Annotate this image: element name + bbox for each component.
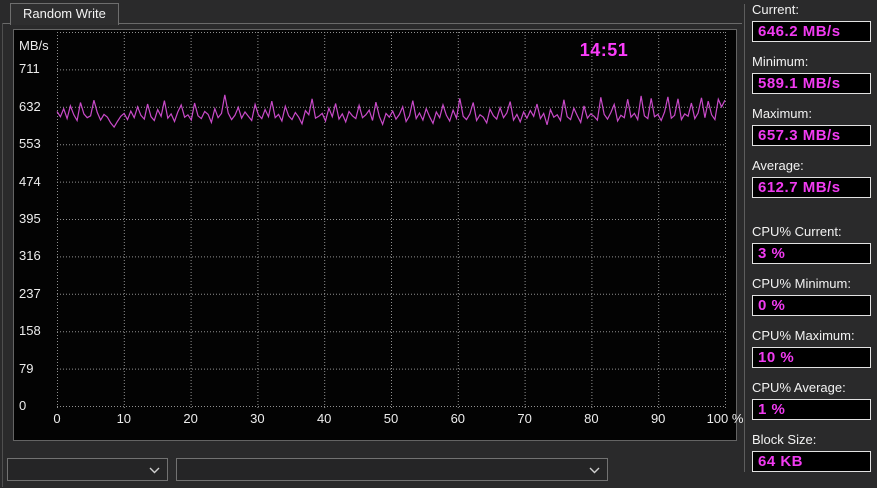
stat-average: Average: 612.7 MB/s <box>752 158 871 198</box>
x-axis-tick-label: 30 <box>250 411 265 426</box>
stat-label: CPU% Maximum: <box>752 328 855 343</box>
y-axis-tick-label: 0 <box>19 398 27 413</box>
benchmark-window: Random Write MB/s 711 632 553 474 395 316 237 1… <box>0 0 877 488</box>
stat-label: CPU% Minimum: <box>752 276 851 291</box>
stat-value-box: 646.2 MB/s <box>752 21 871 42</box>
chevron-down-icon <box>149 467 160 474</box>
tab-page-border-left <box>2 23 3 487</box>
x-axis-tick-label: 80 <box>584 411 599 426</box>
x-axis-tick-label: 0 <box>53 411 61 426</box>
stat-label: Block Size: <box>752 432 817 447</box>
y-axis-unit-label: MB/s <box>19 38 49 53</box>
tab-random-write[interactable]: Random Write <box>10 3 119 25</box>
stat-cpu-maximum: CPU% Maximum: 10 % <box>752 328 871 368</box>
stat-value: 612.7 MB/s <box>758 179 841 196</box>
stat-cpu-minimum: CPU% Minimum: 0 % <box>752 276 871 316</box>
stat-label: CPU% Current: <box>752 224 842 239</box>
tab-page-border-right <box>744 4 745 472</box>
stat-maximum: Maximum: 657.3 MB/s <box>752 106 871 146</box>
stat-cpu-average: CPU% Average: 1 % <box>752 380 871 420</box>
x-axis-tick-label: 10 <box>116 411 132 426</box>
y-axis-tick-label: 632 <box>19 98 41 114</box>
stat-value: 646.2 MB/s <box>758 23 841 40</box>
stat-value: 657.3 MB/s <box>758 127 841 144</box>
stat-value-box: 10 % <box>752 347 871 368</box>
y-axis-tick-label: 553 <box>19 136 41 152</box>
stat-value: 0 % <box>758 297 786 314</box>
x-axis-tick-label: 40 <box>316 411 332 426</box>
stat-label: Maximum: <box>752 106 812 121</box>
stat-cpu-current: CPU% Current: 3 % <box>752 224 871 264</box>
stat-block-size: Block Size: 64 KB <box>752 432 871 472</box>
stat-value: 3 % <box>758 245 786 262</box>
stat-label: Minimum: <box>752 54 809 69</box>
stat-label: Current: <box>752 2 799 17</box>
y-axis-tick-label: 316 <box>19 248 41 264</box>
stat-value-box: 1 % <box>752 399 871 420</box>
stat-label: CPU% Average: <box>752 380 846 395</box>
y-axis-tick-label: 158 <box>19 323 41 339</box>
x-axis-tick-label: 70 <box>517 411 532 426</box>
stat-value: 10 % <box>758 349 795 366</box>
stat-value: 64 KB <box>758 453 804 470</box>
chevron-down-icon <box>589 467 600 474</box>
stat-value-box: 64 KB <box>752 451 871 472</box>
stat-value: 589.1 MB/s <box>758 75 841 92</box>
chart-panel: MB/s 711 632 553 474 395 316 237 158 79 0 0 10 20 30… <box>13 29 743 441</box>
stat-minimum: Minimum: 589.1 MB/s <box>752 54 871 94</box>
drive-select[interactable]: Disk Drive #4 [Samsung SSD 990 PRO with]… <box>176 458 608 481</box>
stat-value-box: 0 % <box>752 295 871 316</box>
y-axis-tick-label: 237 <box>19 285 41 301</box>
stat-value-box: 657.3 MB/s <box>752 125 871 146</box>
y-axis-tick-label: 711 <box>19 61 40 77</box>
x-axis-tick-label: 60 <box>450 411 466 426</box>
test-type-select[interactable]: Random Write <box>7 458 168 481</box>
stat-value-box: 589.1 MB/s <box>752 73 871 94</box>
y-axis-tick-label: 79 <box>19 360 34 376</box>
speed-line-chart <box>56 32 726 410</box>
stat-value: 1 % <box>758 401 786 418</box>
x-axis-tick-label: 50 <box>383 411 399 426</box>
x-axis-tick-label: 20 <box>183 411 198 426</box>
y-axis-tick-label: 395 <box>19 211 41 226</box>
x-axis-tick-label: 100 % <box>706 411 744 426</box>
elapsed-time-label: 14:51 <box>579 40 629 60</box>
stat-value-box: 612.7 MB/s <box>752 177 871 198</box>
y-axis-tick-label: 474 <box>19 173 41 189</box>
x-axis-tick-label: 90 <box>650 411 666 426</box>
stat-value-box: 3 % <box>752 243 871 264</box>
stat-current: Current: 646.2 MB/s <box>752 2 871 42</box>
stat-label: Average: <box>752 158 804 173</box>
